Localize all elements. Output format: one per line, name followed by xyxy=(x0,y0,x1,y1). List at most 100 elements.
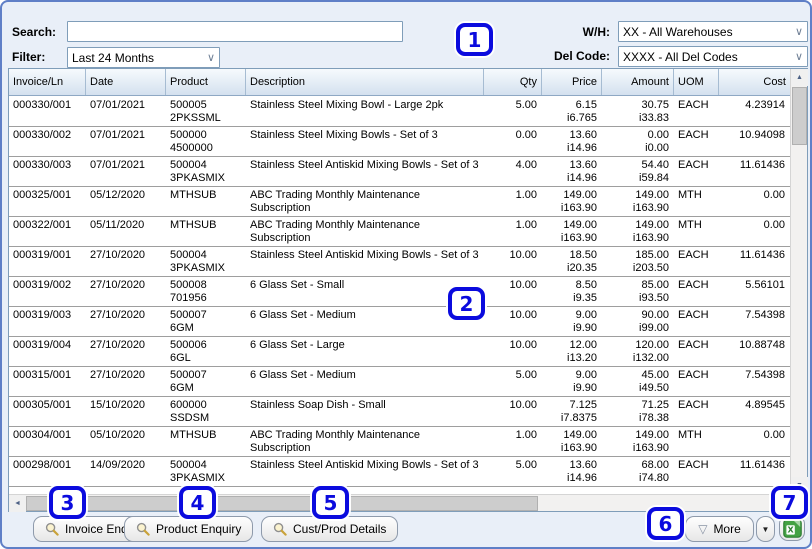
filter-dropdown[interactable]: Last 24 Months ∨ xyxy=(67,47,220,68)
cell-uom: EACH xyxy=(678,159,709,171)
cell-amount: 149.00 i163.90 xyxy=(632,189,669,214)
cell-price: 18.50 i20.35 xyxy=(567,249,597,274)
cell-invoice: 000330/001 xyxy=(13,99,72,111)
cell-product: MTHSUB xyxy=(170,189,217,201)
cell-uom: EACH xyxy=(678,309,709,321)
cell-invoice: 000319/004 xyxy=(13,339,72,351)
chevron-down-icon: ∨ xyxy=(206,52,215,64)
cell-description: ABC Trading Monthly Maintenance Subscrip… xyxy=(250,189,420,214)
cell-description: 6 Glass Set - Medium xyxy=(250,369,356,381)
cell-qty: 5.00 xyxy=(515,369,537,381)
more-dropdown-button[interactable]: ▼ xyxy=(756,516,775,542)
table-row[interactable]: 000304/001 05/10/2020 MTHSUB ABC Trading Mo… xyxy=(9,427,790,457)
table-row[interactable]: 000330/003 07/01/2021 500004 3PKASMIX Stainl… xyxy=(9,157,790,187)
cell-invoice: 000330/002 xyxy=(13,129,72,141)
cell-price: 13.60 i14.96 xyxy=(567,459,597,484)
cell-description: ABC Trading Monthly Maintenance Subscrip… xyxy=(250,219,420,244)
scroll-left-icon[interactable]: ◄ xyxy=(9,495,26,512)
cell-price: 149.00 i163.90 xyxy=(560,219,597,244)
search-label: Search: xyxy=(12,25,57,39)
cell-amount: 30.75 i33.83 xyxy=(639,99,669,124)
search-input[interactable] xyxy=(67,21,403,42)
column-header-uom[interactable]: UOM xyxy=(674,69,719,95)
cust-prod-details-button[interactable]: Cust/Prod Details xyxy=(261,516,399,542)
column-header-description[interactable]: Description xyxy=(246,69,484,95)
chevron-down-icon: ∨ xyxy=(794,26,803,38)
cell-cost: 7.54398 xyxy=(745,309,785,321)
cell-price: 7.125 i7.8375 xyxy=(560,399,597,424)
cell-description: Stainless Soap Dish - Small xyxy=(250,399,386,411)
table-row[interactable]: 000330/002 07/01/2021 500000 4500000 Stainle… xyxy=(9,127,790,157)
filter-label: Filter: xyxy=(12,50,46,64)
cell-description: ABC Trading Monthly Maintenance Subscrip… xyxy=(250,429,420,454)
column-header-price[interactable]: Price xyxy=(542,69,602,95)
table-row[interactable]: 000315/001 27/10/2020 500007 6GM 6 Glass Set… xyxy=(9,367,790,397)
cell-uom: MTH xyxy=(678,219,702,231)
column-header-product[interactable]: Product xyxy=(166,69,246,95)
cell-price: 13.60 i14.96 xyxy=(567,129,597,154)
cell-product: 500004 3PKASMIX xyxy=(170,159,226,184)
cell-price: 6.15 i6.765 xyxy=(567,99,597,124)
cell-uom: EACH xyxy=(678,99,709,111)
cell-date: 14/09/2020 xyxy=(90,459,146,471)
horizontal-scrollbar-thumb[interactable] xyxy=(26,496,538,511)
cell-qty: 5.00 xyxy=(515,99,537,111)
cell-date: 05/11/2020 xyxy=(90,219,145,231)
excel-export-icon: X xyxy=(782,518,802,538)
table-row[interactable]: 000322/001 05/11/2020 MTHSUB ABC Trading Mo… xyxy=(9,217,790,247)
chevron-down-icon: ∨ xyxy=(794,51,803,63)
table-row[interactable]: 000319/002 27/10/2020 500008 701956 6 Glass … xyxy=(9,277,790,307)
callout-5: 5 xyxy=(312,486,349,519)
cell-product: 500008 701956 xyxy=(170,279,207,304)
cell-date: 05/12/2020 xyxy=(90,189,146,201)
delcode-label: Del Code: xyxy=(553,49,610,63)
cell-uom: EACH xyxy=(678,129,709,141)
cell-date: 07/01/2021 xyxy=(90,99,146,111)
cell-amount: 149.00 i163.90 xyxy=(632,429,669,454)
cell-product: 500006 6GL xyxy=(170,339,207,364)
table-row[interactable]: 000319/003 27/10/2020 500007 6GM 6 Glass Set… xyxy=(9,307,790,337)
table-row[interactable]: 000325/001 05/12/2020 MTHSUB ABC Trading Mo… xyxy=(9,187,790,217)
cell-qty: 1.00 xyxy=(515,189,537,201)
scroll-up-icon[interactable]: ▲ xyxy=(791,69,808,86)
column-header-qty[interactable]: Qty xyxy=(484,69,542,95)
dropdown-arrow-icon: ▼ xyxy=(761,524,770,534)
cell-product: 500000 4500000 xyxy=(170,129,213,154)
table-row[interactable]: 000330/001 07/01/2021 500005 2PKSSML Stainle… xyxy=(9,97,790,127)
cell-date: 07/01/2021 xyxy=(90,129,146,141)
cell-uom: MTH xyxy=(678,189,702,201)
product-enquiry-button[interactable]: Product Enquiry xyxy=(124,516,254,542)
magnifier-icon xyxy=(273,522,287,536)
cell-cost: 11.61436 xyxy=(739,459,785,471)
cell-invoice: 000315/001 xyxy=(13,369,72,381)
cell-invoice: 000304/001 xyxy=(13,429,72,441)
column-header-invoice[interactable]: Invoice/Ln xyxy=(9,69,86,95)
cell-amount: 185.00 i203.50 xyxy=(632,249,669,274)
cell-qty: 0.00 xyxy=(515,129,537,141)
vertical-scrollbar-thumb[interactable] xyxy=(792,87,807,145)
table-row[interactable]: 000298/001 14/09/2020 500004 3PKASMIX Stainl… xyxy=(9,457,790,487)
column-header-date[interactable]: Date xyxy=(86,69,166,95)
delcode-dropdown[interactable]: XXXX - All Del Codes ∨ xyxy=(618,46,808,67)
column-header-cost[interactable]: Cost xyxy=(719,69,790,95)
cell-cost: 0.00 xyxy=(763,189,785,201)
warehouse-dropdown[interactable]: XX - All Warehouses ∨ xyxy=(618,21,808,42)
more-button[interactable]: ▽ More xyxy=(685,516,754,542)
table-row[interactable]: 000319/004 27/10/2020 500006 6GL 6 Glass Set… xyxy=(9,337,790,367)
column-header-amount[interactable]: Amount xyxy=(602,69,674,95)
callout-4: 4 xyxy=(179,486,216,519)
cell-invoice: 000319/003 xyxy=(13,309,72,321)
cell-uom: EACH xyxy=(678,399,709,411)
cell-price: 8.50 i9.35 xyxy=(573,279,597,304)
cell-invoice: 000325/001 xyxy=(13,189,72,201)
table-row[interactable]: 000319/001 27/10/2020 500004 3PKASMIX Stainl… xyxy=(9,247,790,277)
cell-invoice: 000319/001 xyxy=(13,249,72,261)
table-row[interactable]: 000305/001 15/10/2020 600000 SSDSM Stainless… xyxy=(9,397,790,427)
cell-qty: 10.00 xyxy=(509,399,537,411)
product-enquiry-label: Product Enquiry xyxy=(156,522,242,536)
vertical-scrollbar[interactable]: ▲ ▼ xyxy=(790,69,808,494)
cell-qty: 10.00 xyxy=(509,339,537,351)
cell-uom: EACH xyxy=(678,369,709,381)
warehouse-dropdown-value: XX - All Warehouses xyxy=(623,24,733,39)
cell-qty: 4.00 xyxy=(515,159,537,171)
